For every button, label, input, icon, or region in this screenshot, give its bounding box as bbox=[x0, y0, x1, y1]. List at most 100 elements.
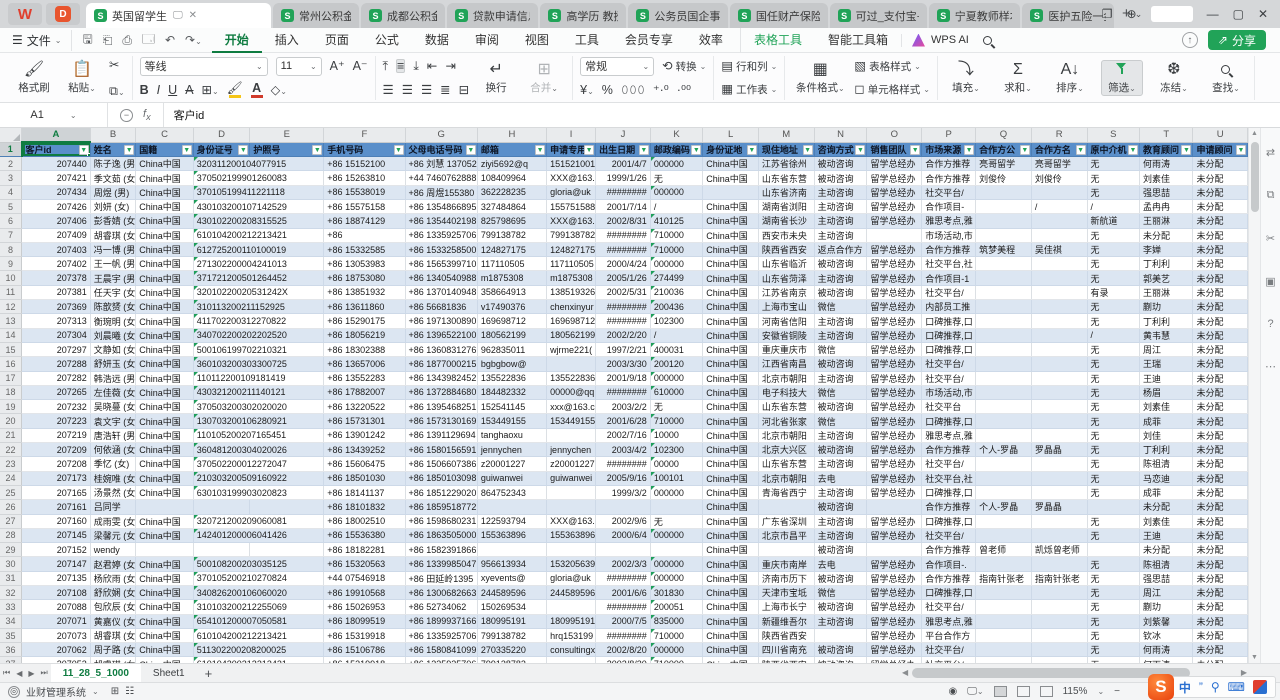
cell[interactable]: 北京市朝阳 bbox=[758, 371, 814, 385]
scroll-down-icon[interactable]: ▼ bbox=[1249, 654, 1260, 661]
cell[interactable]: 江西省南昌 bbox=[758, 357, 814, 371]
cell[interactable]: 未分配 bbox=[1193, 171, 1248, 185]
cell[interactable]: 口碑推荐,口 bbox=[922, 342, 976, 356]
cell[interactable]: 合作方推荐 bbox=[922, 242, 976, 256]
cell[interactable]: 北京大兴区 bbox=[758, 443, 814, 457]
table-row[interactable]: 24207173桂婉唯 (女China中国210303200509160922+… bbox=[0, 471, 1248, 485]
cell[interactable]: 湖南省浏阳 bbox=[758, 199, 814, 213]
table-row[interactable]: 13207313衡琬明 (女China中国411702200312270822+… bbox=[0, 314, 1248, 328]
document-tab[interactable]: S成都公积金.xlsx bbox=[361, 3, 445, 28]
account-pill[interactable] bbox=[1151, 6, 1193, 22]
col-letter-G[interactable]: G bbox=[405, 128, 477, 142]
cell[interactable]: 000000 bbox=[650, 371, 702, 385]
cell[interactable]: 244589596 bbox=[477, 586, 546, 600]
cell[interactable]: 151521001 bbox=[547, 157, 596, 171]
cell[interactable]: 207219 bbox=[22, 428, 91, 442]
table-row[interactable]: 20207223袁文宇 (女China中国130703200106280921+… bbox=[0, 414, 1248, 428]
align-top-icon[interactable]: ⤒ bbox=[383, 60, 389, 73]
cell[interactable]: 180562199 bbox=[547, 328, 596, 342]
cell[interactable]: 2005/1/26 bbox=[596, 271, 651, 285]
row-number[interactable]: 12 bbox=[0, 300, 22, 314]
cell[interactable] bbox=[1031, 586, 1087, 600]
filter-dropdown-icon[interactable]: ▼ bbox=[466, 145, 476, 155]
cell[interactable]: 北京市朝阳 bbox=[758, 428, 814, 442]
col-letter-A[interactable]: A bbox=[22, 128, 91, 142]
cell[interactable]: 未分配 bbox=[1193, 300, 1248, 314]
cell[interactable]: +86 1335925706 bbox=[405, 628, 477, 642]
cell[interactable]: 任天宇 (女 bbox=[90, 285, 136, 299]
cell[interactable]: China中国 bbox=[136, 300, 194, 314]
cell[interactable]: 刘素佳 bbox=[1140, 171, 1193, 185]
cell[interactable]: China中国 bbox=[703, 600, 759, 614]
cell[interactable]: 142401200006041426 bbox=[193, 528, 324, 542]
cell[interactable]: +44 7460762888 bbox=[405, 171, 477, 185]
cell[interactable]: +86 15536380 bbox=[324, 528, 405, 542]
cell[interactable]: +86 1863505000 bbox=[405, 528, 477, 542]
cell[interactable]: China中国 bbox=[703, 285, 759, 299]
zoom-out-icon[interactable]: − bbox=[1114, 686, 1120, 697]
cell[interactable]: China中国 bbox=[136, 385, 194, 399]
cell[interactable]: 799138782 bbox=[477, 628, 546, 642]
row-number[interactable]: 25 bbox=[0, 485, 22, 499]
cell[interactable]: 710000 bbox=[650, 628, 702, 642]
underline-icon[interactable]: U bbox=[168, 84, 177, 97]
outline-icon[interactable]: ☷ bbox=[125, 686, 134, 697]
cell[interactable]: / bbox=[650, 328, 702, 342]
cell[interactable]: 无 bbox=[1087, 314, 1139, 328]
filter-dropdown-icon[interactable]: ▼ bbox=[312, 145, 322, 155]
cell[interactable]: 135522836 bbox=[477, 371, 546, 385]
cell[interactable]: 511302200208200025 bbox=[193, 643, 324, 657]
cell[interactable]: 未分配 bbox=[1193, 228, 1248, 242]
cell[interactable]: 重庆市南岸 bbox=[758, 557, 814, 571]
cell[interactable]: 个人-罗晶 bbox=[976, 443, 1032, 457]
scroll-up-icon[interactable]: ▲ bbox=[1249, 128, 1260, 137]
cell[interactable] bbox=[976, 557, 1032, 571]
col-letter-M[interactable]: M bbox=[758, 128, 814, 142]
cell[interactable] bbox=[596, 500, 651, 514]
cell[interactable]: 207232 bbox=[22, 400, 91, 414]
wps-ai-label[interactable]: WPS AI bbox=[931, 34, 969, 46]
cell[interactable] bbox=[1031, 514, 1087, 528]
cell[interactable]: 未分配 bbox=[1193, 514, 1248, 528]
cell[interactable]: 未分配 bbox=[1193, 357, 1248, 371]
cell[interactable]: 未分配 bbox=[1193, 600, 1248, 614]
cell[interactable]: 罗晶晶 bbox=[1031, 500, 1087, 514]
table-row[interactable]: 7207409胡睿琪 (女China中国610104200212213421+8… bbox=[0, 228, 1248, 242]
filter-dropdown-icon[interactable]: ▼ bbox=[639, 145, 649, 155]
cell[interactable]: 207282 bbox=[22, 371, 91, 385]
cell[interactable] bbox=[1031, 257, 1087, 271]
cell[interactable]: 何雨涛 bbox=[1140, 643, 1193, 657]
cell[interactable]: 未分配 bbox=[1193, 500, 1248, 514]
cell[interactable]: 2001/6/28 bbox=[596, 414, 651, 428]
cell[interactable]: 360481200304020026 bbox=[193, 443, 324, 457]
document-tab[interactable]: S公务员国企事业单位 bbox=[628, 3, 727, 28]
table-row[interactable]: 32207108舒欣娴 (女China中国340826200106060020+… bbox=[0, 586, 1248, 600]
cell[interactable]: 无 bbox=[1087, 342, 1139, 356]
cell[interactable]: 主动咨询 bbox=[814, 228, 867, 242]
cell[interactable] bbox=[976, 528, 1032, 542]
cell[interactable]: 207369 bbox=[22, 300, 91, 314]
comma-style-icon[interactable]: 𝟶𝟶𝟶 bbox=[621, 84, 645, 97]
normal-view-icon[interactable] bbox=[994, 686, 1007, 697]
table-row[interactable]: 26207161吕同学+86 18101832+86 1859518772Chi… bbox=[0, 500, 1248, 514]
table-style-button[interactable]: ▧ 表格样式⌄ bbox=[854, 59, 930, 74]
table-row[interactable]: 3207421季文茹 (女China中国370502199901260083+8… bbox=[0, 171, 1248, 185]
table-row[interactable]: 16207288舒妍玉 (女China中国360103200303300725+… bbox=[0, 357, 1248, 371]
save-icon[interactable]: 🖫 bbox=[82, 30, 92, 51]
cell[interactable]: China中国 bbox=[136, 371, 194, 385]
cell[interactable]: 王丽淋 bbox=[1140, 285, 1193, 299]
vertical-scroll-thumb[interactable] bbox=[1251, 142, 1259, 212]
cell[interactable]: 凯烁曾老师 bbox=[1031, 543, 1087, 557]
cell[interactable]: +86 18302388 bbox=[324, 342, 405, 356]
cell[interactable]: +86 1573130169 bbox=[405, 414, 477, 428]
cell[interactable]: 留学总经办 bbox=[867, 600, 922, 614]
cell[interactable]: 430103200107142529 bbox=[193, 199, 324, 213]
cell[interactable] bbox=[1031, 314, 1087, 328]
cell[interactable]: +86 13552283 bbox=[324, 371, 405, 385]
cell[interactable]: ######## bbox=[596, 457, 651, 471]
cell[interactable] bbox=[136, 543, 194, 557]
cell[interactable]: 2002/2/20 bbox=[596, 328, 651, 342]
cell[interactable]: XXX@163. bbox=[547, 214, 596, 228]
cell[interactable]: 358664913 bbox=[477, 285, 546, 299]
table-row[interactable]: 11207381任天宇 (女China中国32010220020531242X+… bbox=[0, 285, 1248, 299]
